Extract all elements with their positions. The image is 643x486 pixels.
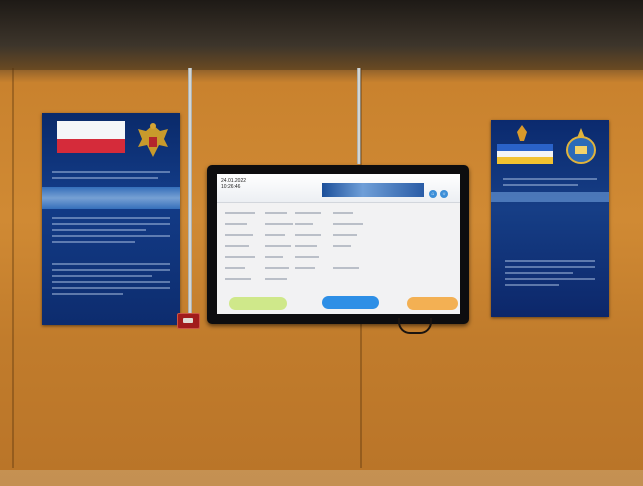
tv-display: 24.01.2022 10:26:46 ⌂ ☼ bbox=[207, 165, 469, 324]
coat-of-arms-icon bbox=[566, 128, 596, 164]
poster-text-lines-lower bbox=[505, 260, 595, 290]
screen-button-blue[interactable] bbox=[322, 296, 379, 309]
accessibility-icon[interactable]: ☼ bbox=[440, 190, 448, 198]
screen-button-orange[interactable] bbox=[407, 297, 458, 310]
screen-banner bbox=[322, 183, 424, 197]
wall-seam-left bbox=[12, 68, 14, 468]
screen-icon-group: ⌂ ☼ bbox=[429, 182, 451, 200]
poster-text-lines-lower bbox=[52, 217, 170, 247]
poster-band bbox=[491, 192, 609, 206]
emblem-small-icon bbox=[517, 125, 527, 141]
screen-header: 24.01.2022 10:26:46 ⌂ ☼ bbox=[217, 174, 460, 203]
ceiling bbox=[0, 0, 643, 70]
poster-left bbox=[42, 113, 180, 325]
screen-datetime: 24.01.2022 10:26:46 bbox=[221, 178, 246, 190]
photo-scene: 24.01.2022 10:26:46 ⌂ ☼ bbox=[0, 0, 643, 486]
fire-alarm-socket bbox=[177, 313, 200, 329]
poster-text-lines bbox=[52, 171, 170, 183]
coat-of-arms-icon bbox=[138, 123, 168, 157]
screen-schedule-table bbox=[225, 210, 377, 287]
poster-right bbox=[491, 120, 609, 317]
screen-time: 10:26:46 bbox=[221, 184, 241, 190]
buryatia-flag bbox=[497, 144, 553, 164]
screen-button-green[interactable] bbox=[229, 297, 287, 310]
tv-cable bbox=[398, 318, 432, 334]
floor-strip bbox=[0, 470, 643, 486]
home-icon[interactable]: ⌂ bbox=[429, 190, 437, 198]
russian-flag bbox=[57, 121, 125, 163]
tv-screen: 24.01.2022 10:26:46 ⌂ ☼ bbox=[217, 174, 460, 314]
wall-pipe-left bbox=[188, 68, 192, 314]
poster-text-lines bbox=[503, 178, 597, 190]
poster-band bbox=[42, 187, 180, 209]
poster-text-lines-bottom bbox=[52, 263, 170, 299]
